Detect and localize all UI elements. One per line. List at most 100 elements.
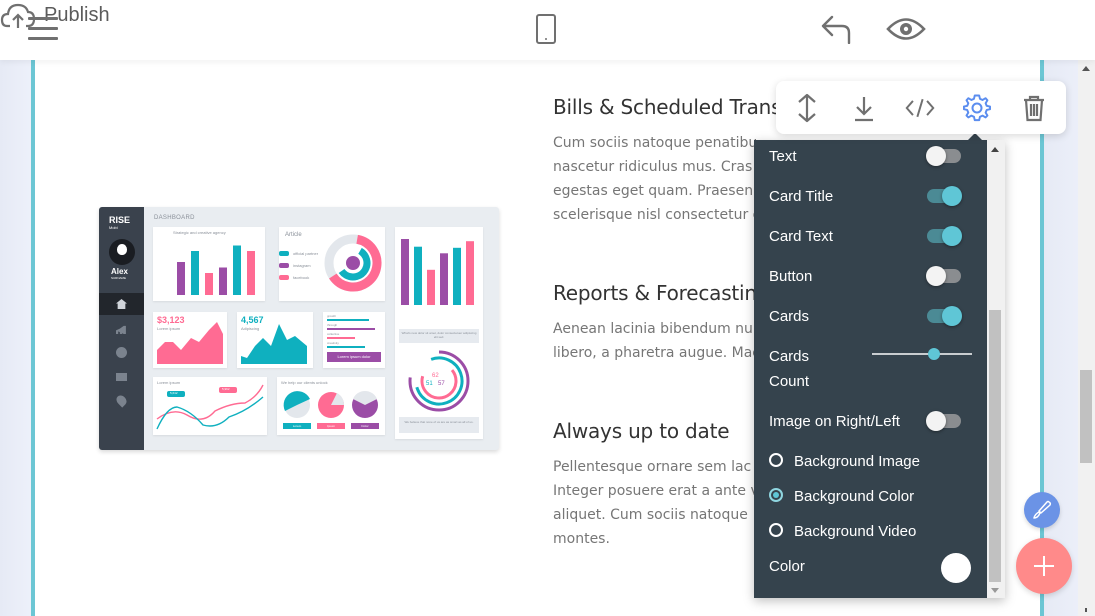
download-button[interactable] xyxy=(849,93,879,123)
dash-user-role: SURNAME xyxy=(111,276,127,280)
dash-title: DASHBOARD xyxy=(154,215,195,221)
mobile-phone-icon[interactable] xyxy=(536,14,556,44)
illustration-bar xyxy=(233,245,241,295)
pies-card: We help our clients unlock Lorem Ipsum D… xyxy=(277,377,385,435)
legend-label: facebook xyxy=(293,275,310,280)
radio-label-background-image: Background Image xyxy=(794,453,920,470)
dash-brand: RISE Mobi xyxy=(109,215,130,230)
stat-card-count: 4,567 Adipiscing xyxy=(237,312,313,368)
stat-card-revenue: $3,123 Lorem ipsum xyxy=(153,312,227,368)
progress-card: growth through collective creativity Lor… xyxy=(323,312,385,368)
line-tag: 5,962 xyxy=(222,387,230,391)
mail-icon xyxy=(116,373,127,381)
scroll-down-arrow[interactable] xyxy=(1085,608,1087,612)
ring-caption: We believe that none of us are as smart … xyxy=(404,420,474,424)
delete-button[interactable] xyxy=(1019,93,1049,123)
illustration-bar xyxy=(177,262,185,295)
illustration-bar xyxy=(466,241,474,305)
slider-knob[interactable] xyxy=(928,348,940,360)
download-icon xyxy=(855,97,873,122)
top-bar: Publish xyxy=(0,0,1095,60)
cards-count-label: Cards xyxy=(769,348,810,365)
code-icon xyxy=(905,98,935,118)
canvas-gutter-left xyxy=(0,60,35,616)
scroll-up-arrow[interactable] xyxy=(1082,66,1090,71)
toggle-text[interactable] xyxy=(926,146,961,166)
move-button[interactable] xyxy=(792,93,822,123)
ring-value: 62 xyxy=(432,373,439,379)
line-chart xyxy=(156,384,264,430)
progress-bar xyxy=(327,337,355,339)
toggle-label-card-text: Card Text xyxy=(769,228,833,245)
progress-bar xyxy=(327,328,375,330)
toggle-card-text[interactable] xyxy=(927,226,962,246)
color-swatch[interactable] xyxy=(941,553,971,583)
radio-background-image[interactable] xyxy=(769,453,783,467)
avatar xyxy=(109,239,135,265)
color-label: Color xyxy=(769,558,805,575)
illustration-bar xyxy=(205,273,213,295)
edit-style-button[interactable] xyxy=(1024,492,1060,528)
illustration-bar xyxy=(440,253,448,305)
cards-count-label-2: Count xyxy=(769,373,810,390)
toggle-label-cards: Cards xyxy=(769,308,810,325)
add-block-button[interactable] xyxy=(1016,538,1072,594)
pie-button: Lorem xyxy=(283,423,311,429)
toggle-label-image-side: Image on Right/Left xyxy=(769,413,900,430)
illustration-bar xyxy=(427,269,435,305)
gear-icon xyxy=(116,347,127,358)
toggle-image-side[interactable] xyxy=(926,411,961,431)
settings-button[interactable] xyxy=(962,93,992,123)
scrollbar-thumb[interactable] xyxy=(1080,370,1092,463)
hamburger-icon[interactable] xyxy=(28,17,58,41)
home-icon xyxy=(99,293,144,315)
illustration-bar xyxy=(414,246,422,305)
area-chart-teal xyxy=(241,324,307,364)
progress-bar xyxy=(327,319,369,321)
pie-button: Dolor xyxy=(351,423,379,429)
toggle-cards[interactable] xyxy=(927,306,962,326)
illustration-bar xyxy=(401,239,409,305)
dashboard-illustration: RISE Mobi Alex SURNAME DASHBOARD Strategic… xyxy=(99,207,499,450)
ring-value: 51 xyxy=(426,381,433,387)
line-chart-card: Lorem ipsum 5,642 5,962 xyxy=(153,377,267,435)
ring-caption-box: We believe that none of us are as smart … xyxy=(399,417,479,433)
paintbrush-icon xyxy=(1033,500,1052,519)
right-caption-box: What's new dolor sit amet, dolor consect… xyxy=(399,329,479,343)
article-title: Article xyxy=(285,232,302,238)
article-card: Article official partner instagram faceb… xyxy=(279,227,385,301)
code-button[interactable] xyxy=(905,93,935,123)
legend-label: instagram xyxy=(293,263,311,268)
location-pin-icon xyxy=(114,393,129,408)
toggle-button[interactable] xyxy=(926,266,961,286)
scroll-down-arrow[interactable] xyxy=(991,588,999,593)
plus-icon xyxy=(1034,556,1054,576)
dash-sidebar: RISE Mobi Alex SURNAME xyxy=(99,207,144,450)
panel-scrollbar[interactable] xyxy=(987,140,1005,598)
progress-label: growth xyxy=(327,314,337,318)
cards-count-slider[interactable] xyxy=(872,348,972,360)
illustration-bar xyxy=(247,251,255,295)
bar-chart xyxy=(177,245,255,295)
radio-background-video[interactable] xyxy=(769,523,783,537)
dash-brand-name: RISE xyxy=(109,215,131,225)
legend-swatch xyxy=(279,263,289,268)
radio-background-color[interactable] xyxy=(769,488,783,502)
legend-swatch xyxy=(279,275,289,280)
block-outline-left xyxy=(31,60,35,616)
undo-arrow-icon[interactable] xyxy=(820,14,852,49)
toggle-card-title[interactable] xyxy=(927,186,962,206)
trash-icon xyxy=(1024,95,1044,122)
illustration-bar xyxy=(453,247,461,305)
area-chart-pink xyxy=(157,322,223,364)
progress-label: creativity xyxy=(327,341,339,345)
toggle-label-button: Button xyxy=(769,268,813,285)
radio-label-background-video: Background Video xyxy=(794,523,917,540)
scroll-up-arrow[interactable] xyxy=(991,147,999,152)
pie-button: Ipsum xyxy=(317,423,345,429)
block-outline-right xyxy=(1040,60,1044,616)
eye-icon[interactable] xyxy=(886,16,926,47)
scrollbar-thumb[interactable] xyxy=(989,310,1001,582)
page-scrollbar[interactable] xyxy=(1078,60,1095,616)
progress-label: through xyxy=(327,323,338,327)
